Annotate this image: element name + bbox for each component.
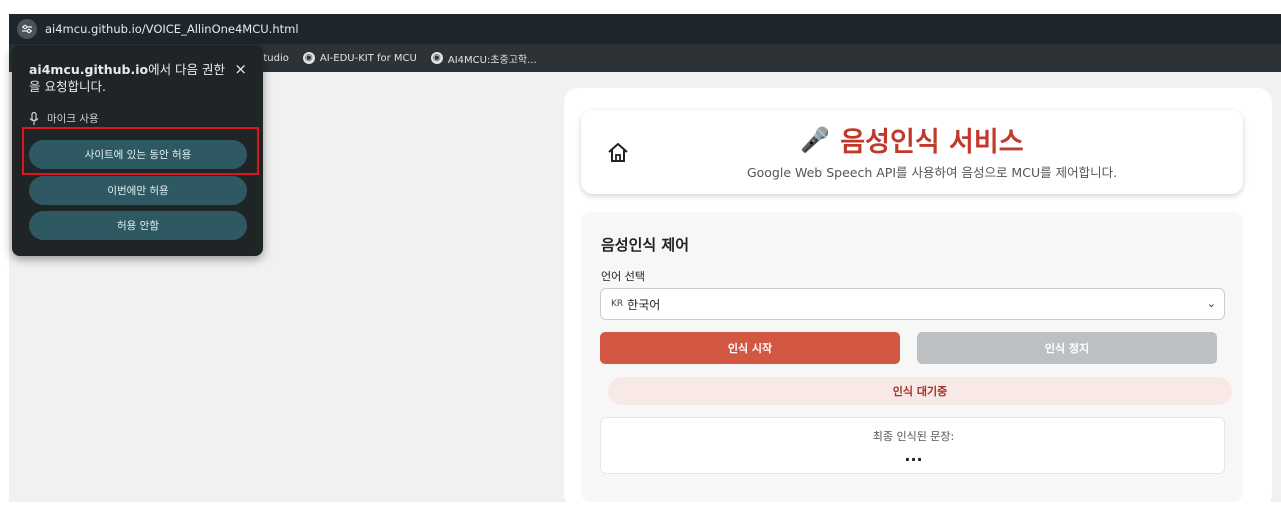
popup-title: ai4mcu.github.io에서 다음 권한을 요청합니다. bbox=[29, 61, 229, 95]
title-text: 음성인식 서비스 bbox=[840, 127, 1024, 158]
address-bar[interactable]: ai4mcu.github.io/VOICE_AllinOne4MCU.html bbox=[9, 14, 1281, 44]
microphone-icon bbox=[29, 111, 39, 125]
url-text[interactable]: ai4mcu.github.io/VOICE_AllinOne4MCU.html bbox=[45, 22, 299, 36]
bookmark-ai4mcu[interactable]: ◉ AI4MCU:초중고학... bbox=[430, 51, 537, 66]
control-title: 음성인식 제어 bbox=[601, 236, 690, 254]
tune-icon[interactable] bbox=[17, 19, 37, 39]
globe-icon: ◉ bbox=[302, 52, 315, 64]
language-value: 한국어 bbox=[627, 297, 661, 312]
bookmark-ai-edu-kit[interactable]: ◉ AI-EDU-KIT for MCU bbox=[302, 52, 417, 64]
permission-row: 마이크 사용 bbox=[29, 111, 99, 126]
popup-site: ai4mcu.github.io bbox=[29, 62, 149, 77]
stop-button[interactable]: 인식 정지 bbox=[917, 332, 1217, 364]
top-gap bbox=[0, 0, 1281, 14]
page-subtitle: Google Web Speech API를 사용하여 음성으로 MCU를 제어… bbox=[746, 165, 1118, 180]
allow-this-time-button[interactable]: 이번에만 허용 bbox=[29, 176, 247, 205]
title-row: 🎤 음성인식 서비스 bbox=[581, 120, 1243, 159]
bookmark-label: AI-EDU-KIT for MCU bbox=[319, 52, 417, 64]
close-icon[interactable]: × bbox=[234, 60, 247, 78]
globe-icon: ◉ bbox=[430, 52, 443, 64]
result-box: 최종 인식된 문장: ... bbox=[600, 417, 1225, 474]
header-card: 🎤 음성인식 서비스 Google Web Speech API를 사용하여 음… bbox=[581, 110, 1243, 194]
chevron-down-icon: ⌄ bbox=[1206, 297, 1216, 310]
deny-button[interactable]: 허용 안함 bbox=[29, 211, 247, 240]
bookmark-label: AI4MCU:초중고학... bbox=[447, 54, 537, 66]
result-label: 최종 인식된 문장: bbox=[872, 430, 955, 443]
highlight-box bbox=[22, 127, 259, 175]
start-button[interactable]: 인식 시작 bbox=[600, 332, 900, 364]
page-title: 🎤 음성인식 서비스 bbox=[800, 120, 1023, 159]
main-card: 🎤 음성인식 서비스 Google Web Speech API를 사용하여 음… bbox=[564, 88, 1272, 508]
permission-label: 마이크 사용 bbox=[47, 113, 99, 125]
language-select[interactable]: KR 한국어 ⌄ bbox=[600, 288, 1225, 320]
control-panel: 음성인식 제어 언어 선택 KR 한국어 ⌄ 인식 시작 인식 정지 인식 대기… bbox=[581, 212, 1243, 502]
language-flag: KR bbox=[611, 299, 624, 309]
language-label: 언어 선택 bbox=[601, 270, 645, 283]
microphone-icon: 🎤 bbox=[800, 125, 831, 154]
status-badge: 인식 대기중 bbox=[608, 377, 1232, 405]
result-text: ... bbox=[904, 446, 923, 465]
